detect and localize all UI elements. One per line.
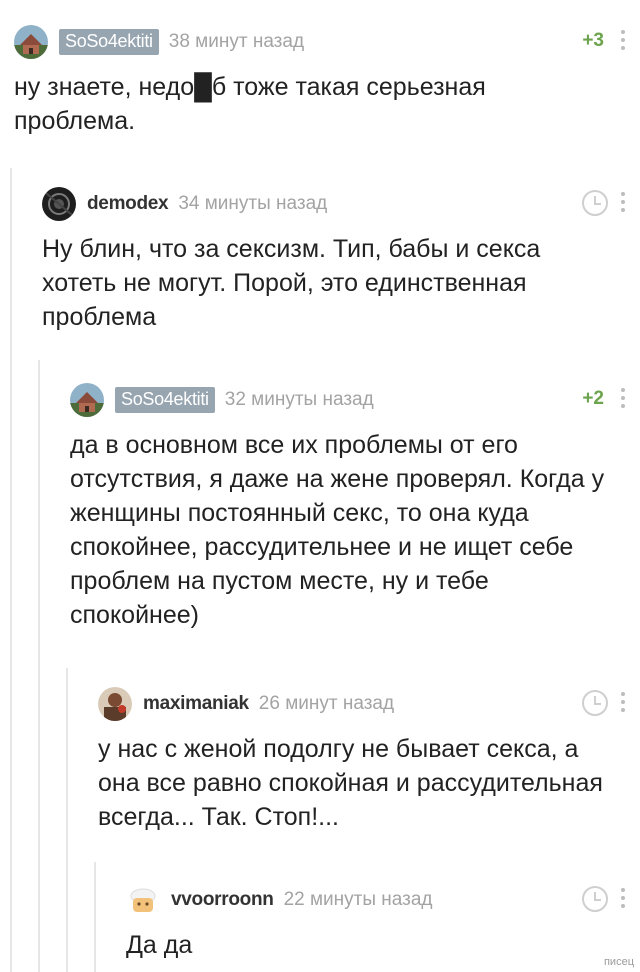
comment-header: SoSo4ektiti 38 минут назад +3 — [14, 22, 626, 62]
thread-line-1 — [10, 168, 12, 972]
avatar[interactable] — [14, 25, 48, 59]
avatar[interactable] — [70, 383, 104, 417]
more-vertical-icon[interactable] — [620, 388, 626, 410]
comment-header: demodex 34 минуты назад — [42, 184, 626, 224]
rating: +3 — [582, 30, 604, 51]
comment-header: SoSo4ektiti 32 минуты назад +2 — [70, 380, 626, 420]
timestamp[interactable]: 32 минуты назад — [225, 389, 374, 411]
avatar[interactable] — [126, 883, 160, 917]
thread-line-4 — [94, 862, 96, 972]
comment-header: vvoorroonn 22 минуты назад — [126, 880, 626, 920]
rating: +2 — [582, 388, 604, 409]
comment-text: Да да — [126, 931, 193, 959]
comment-3: SoSo4ektiti 32 минуты назад +2 да в осно… — [70, 380, 626, 632]
comment-2: demodex 34 минуты назад Ну блин, что за … — [42, 184, 626, 334]
more-vertical-icon[interactable] — [620, 888, 626, 910]
author-name[interactable]: SoSo4ektiti — [59, 29, 159, 55]
watermark: писец — [603, 956, 634, 968]
avatar[interactable] — [98, 687, 132, 721]
author-name[interactable]: demodex — [87, 193, 169, 215]
comment-text: да в основном все их проблемы от его отс… — [70, 431, 605, 629]
thread-line-3 — [66, 668, 68, 972]
clock-icon[interactable] — [582, 886, 608, 912]
more-vertical-icon[interactable] — [620, 30, 626, 52]
timestamp[interactable]: 38 минут назад — [169, 31, 304, 53]
timestamp[interactable]: 34 минуты назад — [178, 193, 327, 215]
comment-4: maximaniak 26 минут назад у нас с женой … — [98, 684, 626, 834]
more-vertical-icon[interactable] — [620, 692, 626, 714]
comment-text: у нас с женой подолгу не бывает секса, а… — [98, 735, 603, 831]
comment-text: Ну блин, что за сексизм. Тип, бабы и сек… — [42, 235, 541, 331]
comment-5: vvoorroonn 22 минуты назад Да да — [126, 880, 626, 962]
comment-1: SoSo4ektiti 38 минут назад +3 ну знаете,… — [14, 22, 626, 138]
more-vertical-icon[interactable] — [620, 192, 626, 214]
clock-icon[interactable] — [582, 690, 608, 716]
author-name[interactable]: vvoorroonn — [171, 889, 274, 911]
clock-icon[interactable] — [582, 190, 608, 216]
comment-text: ну знаете, недо█б тоже такая серьезная п… — [14, 73, 486, 135]
timestamp[interactable]: 22 минуты назад — [284, 889, 433, 911]
author-name[interactable]: SoSo4ektiti — [115, 387, 215, 413]
thread-line-2 — [38, 360, 40, 972]
avatar[interactable] — [42, 187, 76, 221]
comment-header: maximaniak 26 минут назад — [98, 684, 626, 724]
timestamp[interactable]: 26 минут назад — [259, 693, 394, 715]
author-name[interactable]: maximaniak — [143, 693, 249, 715]
